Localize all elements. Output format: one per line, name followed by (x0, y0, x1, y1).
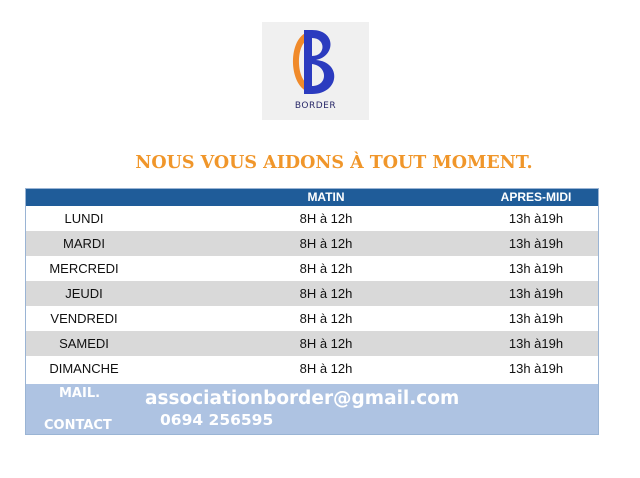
day-cell: LUNDI (64, 211, 104, 226)
contact-band: MAIL. CONTACT associationborder@gmail.co… (26, 384, 598, 434)
afternoon-hours-cell: 13h à19h (508, 261, 564, 276)
table-row: MERCREDI 8H à 12h 13h à19h (26, 256, 598, 281)
afternoon-hours-cell: 13h à19h (508, 211, 564, 226)
day-cell: VENDREDI (50, 311, 118, 326)
contact-label: CONTACT (44, 418, 112, 433)
day-cell: DIMANCHE (49, 361, 119, 376)
morning-hours-cell: 8H à 12h (299, 286, 353, 301)
afternoon-hours-cell: 13h à19h (508, 336, 564, 351)
morning-hours-cell: 8H à 12h (299, 336, 353, 351)
day-cell: JEUDI (65, 286, 103, 301)
contact-phone: 0694 256595 (160, 411, 274, 429)
afternoon-hours-cell: 13h à19h (508, 236, 564, 251)
day-cell: MERCREDI (49, 261, 119, 276)
header-afternoon: APRES-MIDI (500, 190, 572, 204)
morning-hours-cell: 8H à 12h (299, 311, 353, 326)
border-logo: BORDER (262, 22, 369, 120)
contact-email-link[interactable]: associationborder@gmail.com (145, 388, 459, 409)
mail-label: MAIL. (59, 386, 101, 401)
morning-hours-cell: 8H à 12h (299, 261, 353, 276)
page-headline: NOUS VOUS AIDONS À TOUT MOMENT. (135, 153, 533, 173)
opening-hours-table: MATIN APRES-MIDI LUNDI 8H à 12h 13h à19h… (25, 188, 599, 435)
morning-hours-cell: 8H à 12h (299, 211, 353, 226)
day-cell: MARDI (63, 236, 105, 251)
table-row: JEUDI 8H à 12h 13h à19h (26, 281, 598, 306)
header-morning: MATIN (307, 190, 345, 204)
table-row: LUNDI 8H à 12h 13h à19h (26, 206, 598, 231)
day-cell: SAMEDI (59, 336, 109, 351)
logo-wordmark: BORDER (294, 101, 337, 111)
table-header: MATIN APRES-MIDI (26, 189, 598, 206)
afternoon-hours-cell: 13h à19h (508, 361, 564, 376)
morning-hours-cell: 8H à 12h (299, 361, 353, 376)
afternoon-hours-cell: 13h à19h (508, 286, 564, 301)
afternoon-hours-cell: 13h à19h (508, 311, 564, 326)
morning-hours-cell: 8H à 12h (299, 236, 353, 251)
table-row: SAMEDI 8H à 12h 13h à19h (26, 331, 598, 356)
table-row: MARDI 8H à 12h 13h à19h (26, 231, 598, 256)
table-row: VENDREDI 8H à 12h 13h à19h (26, 306, 598, 331)
table-row: DIMANCHE 8H à 12h 13h à19h (26, 356, 598, 381)
